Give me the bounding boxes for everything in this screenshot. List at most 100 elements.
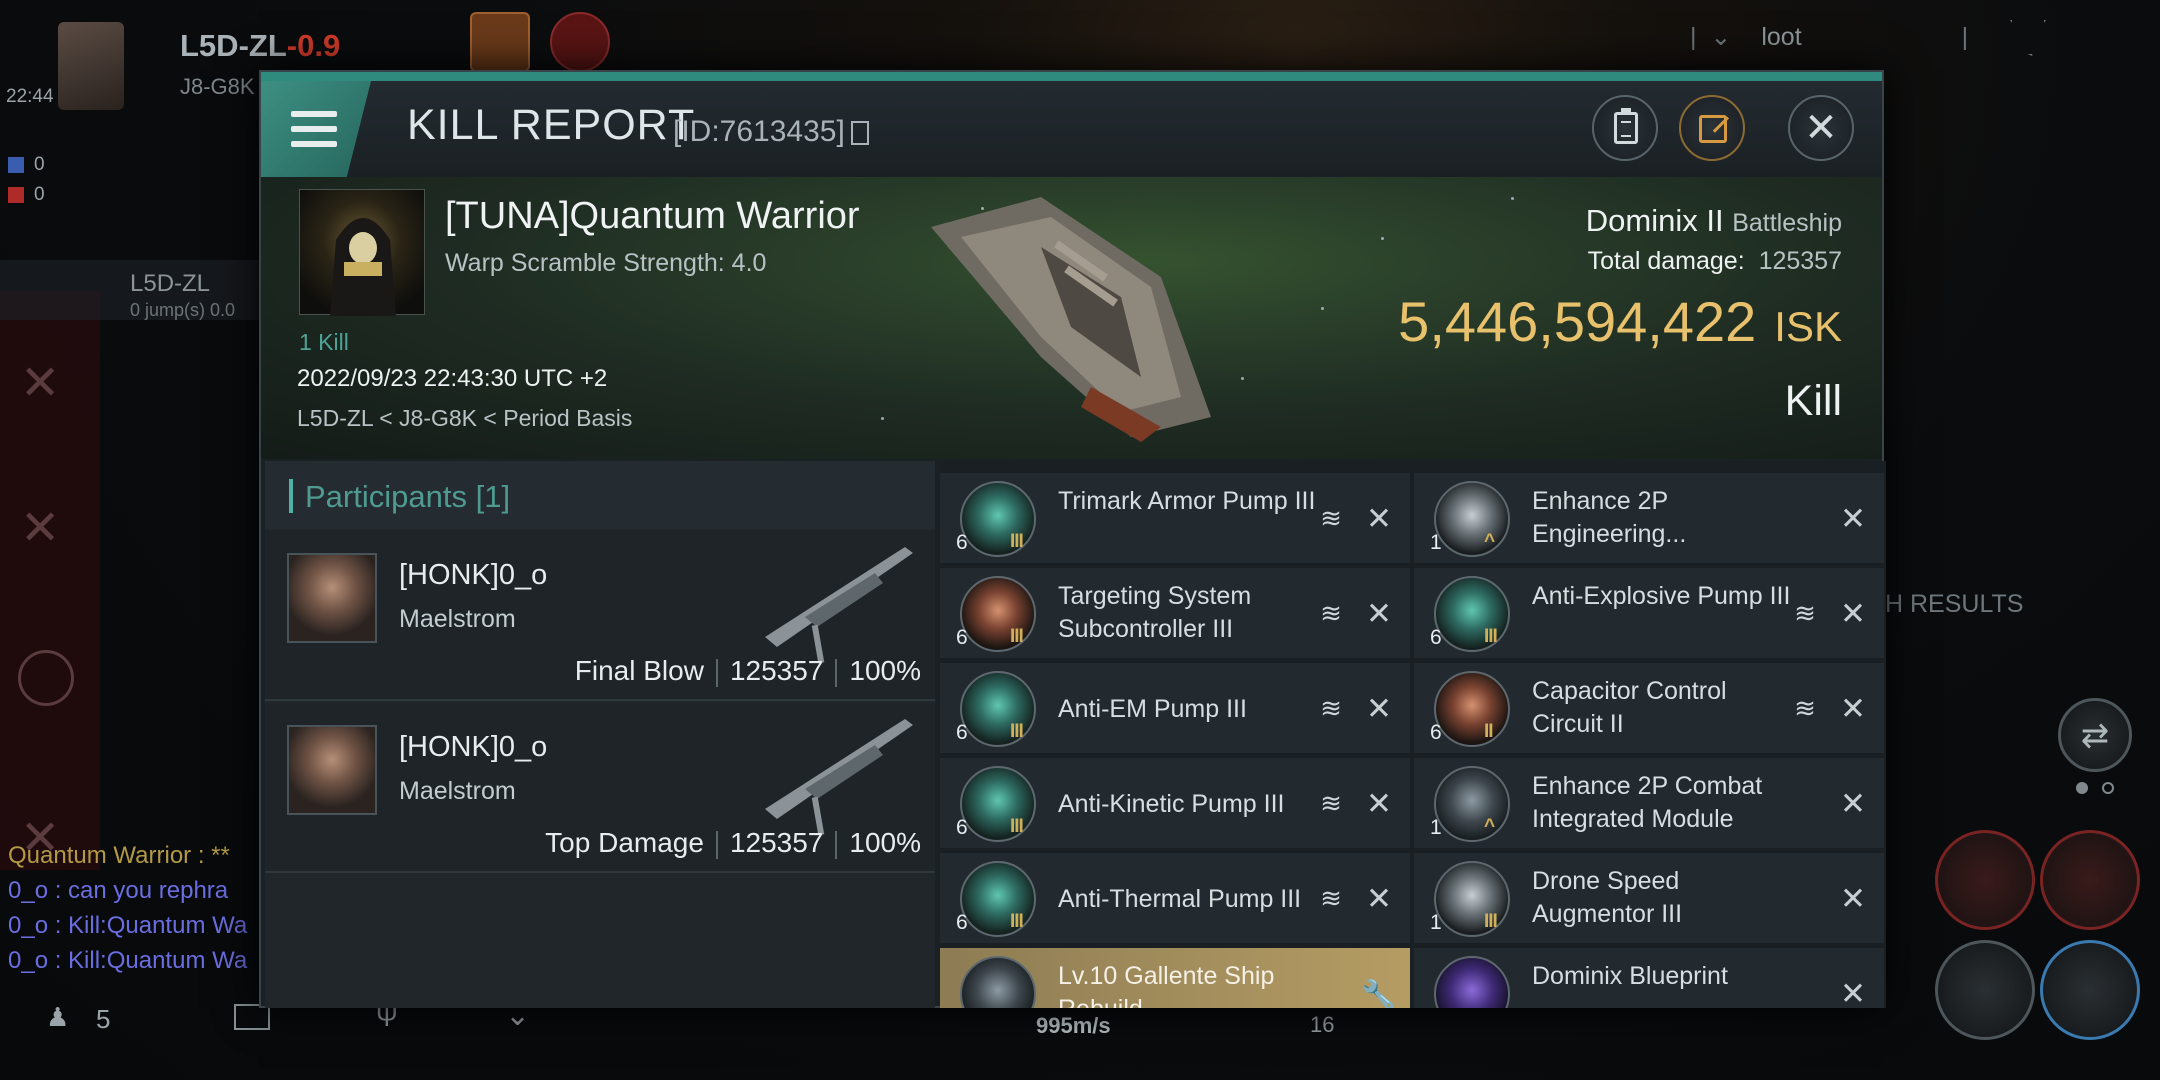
participant-row[interactable]: [HONK]0_o Maelstrom Final Blow 125357 100% bbox=[265, 531, 935, 701]
close-icon[interactable]: ✕ bbox=[1366, 501, 1392, 537]
stack-icon[interactable]: ≋ bbox=[1790, 598, 1820, 628]
dialog-title: KILL REPORT bbox=[407, 101, 696, 149]
menu-button[interactable] bbox=[261, 81, 371, 177]
victim-portrait[interactable] bbox=[299, 189, 425, 316]
module-name: Capacitor Control Circuit II bbox=[1532, 677, 1727, 738]
shield-module-icon[interactable] bbox=[1935, 940, 2035, 1040]
module-item[interactable]: 1 III Drone Speed Augmentor III ✕ bbox=[1414, 853, 1884, 945]
copy-icon[interactable] bbox=[850, 121, 869, 146]
chat-log[interactable]: Quantum Warrior : ** 0_o : can you rephr… bbox=[8, 838, 258, 978]
module-name: Anti-Kinetic Pump III bbox=[1058, 790, 1285, 818]
close-icon[interactable]: ✕ bbox=[1840, 976, 1866, 1008]
close-icon[interactable]: ✕ bbox=[1366, 691, 1392, 727]
cross-icon[interactable]: ✕ bbox=[20, 500, 60, 556]
close-icon[interactable]: ✕ bbox=[1366, 881, 1392, 917]
swap-icon[interactable]: ⇄ bbox=[2058, 698, 2132, 772]
close-icon[interactable]: ✕ bbox=[1366, 786, 1392, 822]
armor-pump-icon bbox=[960, 671, 1036, 747]
report-id[interactable]: [ID:7613435] bbox=[673, 115, 869, 149]
fleet-count: 5 bbox=[96, 1004, 111, 1034]
game-screen: L5D-ZL-0.9 J8-G8K 22:44 0 0 | ⌄ loot | L5D… bbox=[0, 0, 2160, 1080]
module-item[interactable]: 6 III Anti-Explosive Pump III ≋ ✕ bbox=[1414, 568, 1884, 660]
target-icon[interactable] bbox=[18, 650, 74, 706]
participant-portrait[interactable] bbox=[287, 553, 377, 643]
red-flag-icon bbox=[8, 186, 24, 203]
stack-icon[interactable]: ≋ bbox=[1316, 693, 1346, 723]
share-button[interactable] bbox=[1679, 95, 1745, 161]
module-item[interactable]: 6 II Capacitor Control Circuit II ≋ ✕ bbox=[1414, 663, 1884, 755]
participant-name: [HONK]0_o bbox=[399, 731, 548, 763]
clipboard-button[interactable] bbox=[1592, 95, 1658, 161]
loot-filter[interactable]: | ⌄ loot | bbox=[1690, 22, 1968, 52]
close-icon[interactable]: ✕ bbox=[1840, 501, 1866, 537]
close-icon[interactable]: ✕ bbox=[1840, 691, 1866, 727]
victim-name[interactable]: [TUNA]Quantum Warrior bbox=[445, 195, 860, 238]
total-damage: Total damage: 125357 bbox=[1587, 247, 1842, 275]
armor-pump-icon bbox=[960, 481, 1036, 557]
stack-icon[interactable]: ≋ bbox=[1790, 693, 1820, 723]
module-item[interactable]: 6 III Trimark Armor Pump III ≋ ✕ bbox=[940, 473, 1410, 565]
status-counts: 0 0 bbox=[8, 150, 45, 210]
blueprint-icon bbox=[1434, 956, 1510, 1008]
close-icon[interactable]: ✕ bbox=[1840, 881, 1866, 917]
engineering-module-icon bbox=[1434, 481, 1510, 557]
page-dot bbox=[2102, 782, 2114, 794]
close-button[interactable]: ✕ bbox=[1788, 95, 1854, 161]
participant-row[interactable]: [HONK]0_o Maelstrom Top Damage 125357 100% bbox=[265, 703, 935, 873]
corp-logo-icon[interactable] bbox=[470, 12, 530, 72]
module-item[interactable]: Dominix Blueprint ✕ bbox=[1414, 948, 1884, 1008]
participant-portrait[interactable] bbox=[287, 725, 377, 815]
page-dot bbox=[2076, 782, 2088, 794]
wrench-icon[interactable]: 🔧 bbox=[1361, 978, 1396, 1008]
nav-system: L5D-ZL bbox=[130, 270, 211, 297]
stack-icon[interactable]: ≋ bbox=[1316, 598, 1346, 628]
victim-kill-count[interactable]: 1 Kill bbox=[299, 329, 349, 356]
navigation-destination[interactable]: L5D-ZL 0 jump(s) 0.0 bbox=[0, 260, 270, 320]
clock: 22:44 bbox=[6, 86, 54, 107]
kill-timestamp: 2022/09/23 22:43:30 UTC +2 bbox=[297, 365, 608, 392]
subcontroller-icon bbox=[960, 576, 1036, 652]
module-item[interactable]: Lv.10 Gallente Ship Rebuild 🔧 bbox=[940, 948, 1410, 1008]
participants-panel: Participants [1] [HONK]0_o Maelstrom Fin… bbox=[265, 461, 935, 1008]
close-icon[interactable]: ✕ bbox=[1840, 596, 1866, 632]
fleet-members-icon[interactable]: ♟ bbox=[46, 1002, 69, 1033]
dropped-items-grid[interactable]: 6 III Trimark Armor Pump III ≋ ✕ 6 III Targ… bbox=[940, 461, 1886, 1008]
isk-value: 5,446,594,422 ISK bbox=[1398, 290, 1842, 353]
close-icon[interactable]: ✕ bbox=[1366, 596, 1392, 632]
participants-header: Participants [1] bbox=[265, 461, 935, 529]
module-item[interactable]: 6 III Anti-Kinetic Pump III ≋ ✕ bbox=[940, 758, 1410, 850]
stack-icon[interactable]: ≋ bbox=[1316, 788, 1346, 818]
chat-line: 0_o : can you rephra bbox=[8, 877, 229, 904]
drone-module-icon[interactable] bbox=[2040, 940, 2140, 1040]
participant-ship: Maelstrom bbox=[399, 777, 516, 805]
sword-icon[interactable]: ✕ bbox=[20, 355, 60, 411]
filter-icon[interactable] bbox=[2010, 20, 2046, 56]
range-readout: 16 bbox=[1310, 1012, 1335, 1037]
armor-pump-icon bbox=[960, 861, 1036, 937]
ship-name[interactable]: Dominix II Battleship bbox=[1586, 203, 1842, 239]
kill-location: L5D-ZL < J8-G8K < Period Basis bbox=[297, 405, 633, 431]
module-name: Enhance 2P Combat Integrated Module bbox=[1532, 772, 1763, 833]
system-name[interactable]: L5D-ZL-0.9 bbox=[180, 28, 340, 64]
drone-augmentor-icon bbox=[1434, 861, 1510, 937]
hooded-figure-icon bbox=[330, 218, 396, 316]
weapon-icon bbox=[765, 547, 913, 664]
stack-icon[interactable]: ≋ bbox=[1316, 883, 1346, 913]
module-name: Anti-Explosive Pump III bbox=[1532, 582, 1791, 610]
clipboard-icon bbox=[1614, 108, 1638, 144]
module-item[interactable]: 1 ^ Enhance 2P Combat Integrated Module ✕ bbox=[1414, 758, 1884, 850]
alliance-logo-icon[interactable] bbox=[550, 12, 610, 72]
module-item[interactable]: 1 ^ Enhance 2P Engineering... ✕ bbox=[1414, 473, 1884, 565]
module-name: Lv.10 Gallente Ship Rebuild bbox=[1058, 962, 1275, 1008]
stack-icon[interactable]: ≋ bbox=[1316, 503, 1346, 533]
dialog-header: KILL REPORT [ID:7613435] ✕ bbox=[261, 81, 1882, 177]
module-slot-icon[interactable] bbox=[2040, 830, 2140, 930]
pilot-portrait[interactable] bbox=[58, 22, 124, 110]
module-slot-icon[interactable] bbox=[1935, 830, 2035, 930]
module-item[interactable]: 6 III Anti-Thermal Pump III ≋ ✕ bbox=[940, 853, 1410, 945]
module-item[interactable]: 6 III Anti-EM Pump III ≋ ✕ bbox=[940, 663, 1410, 755]
close-icon[interactable]: ✕ bbox=[1840, 786, 1866, 822]
system-security: -0.9 bbox=[286, 28, 341, 63]
module-name: Anti-EM Pump III bbox=[1058, 695, 1247, 723]
module-item[interactable]: 6 III Targeting System Subcontroller III … bbox=[940, 568, 1410, 660]
